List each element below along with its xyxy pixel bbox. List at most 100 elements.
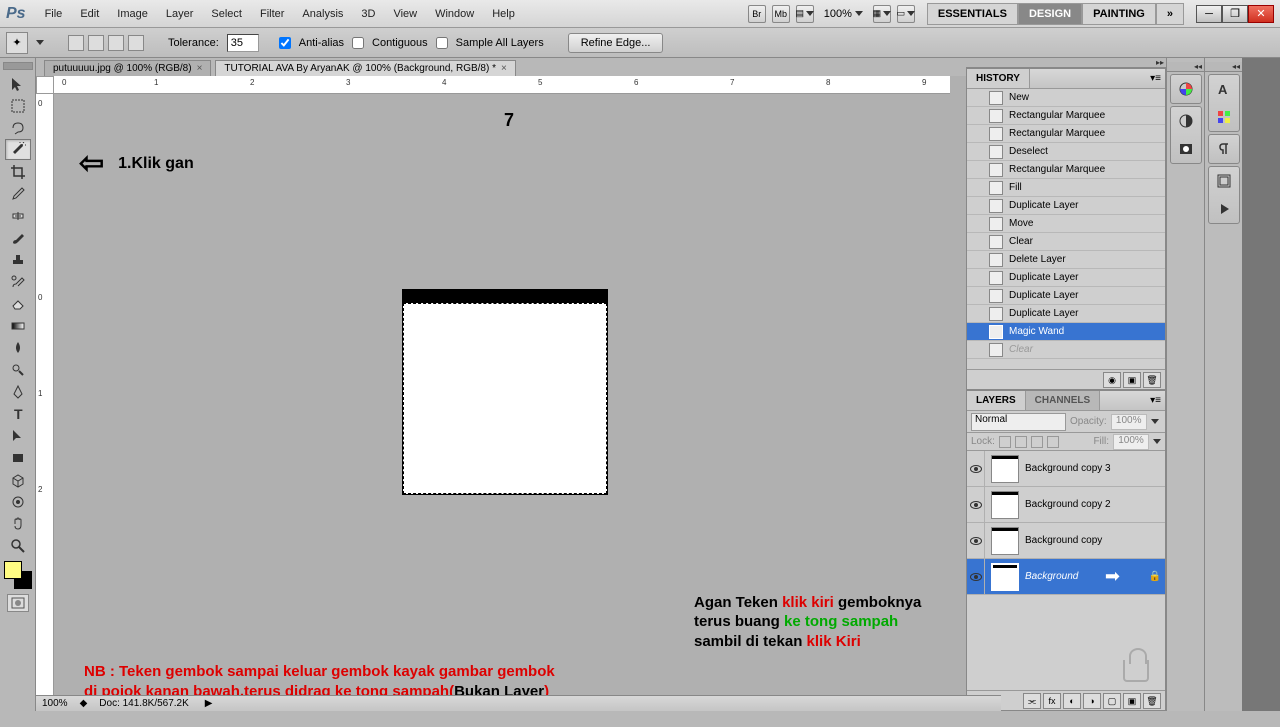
layer-mask-icon[interactable]: ◐	[1063, 693, 1081, 709]
brush-tool[interactable]	[5, 227, 31, 248]
history-item[interactable]: New	[967, 89, 1165, 107]
panel-menu-icon[interactable]: ▾≡	[1146, 395, 1165, 406]
blend-mode-select[interactable]: Normal	[971, 413, 1066, 431]
tab-close-icon[interactable]: ×	[197, 63, 203, 74]
layer-visibility-toggle[interactable]	[967, 451, 985, 486]
workspace-more[interactable]: »	[1156, 3, 1184, 25]
sampleall-checkbox[interactable]	[436, 37, 448, 49]
adjustments-panel-icon[interactable]	[1176, 111, 1196, 131]
layer-name-label[interactable]: Background copy 2	[1025, 499, 1111, 510]
history-item[interactable]: Duplicate Layer	[967, 287, 1165, 305]
lock-all-icon[interactable]	[1047, 436, 1059, 448]
selection-intersect-icon[interactable]	[128, 35, 144, 51]
menu-layer[interactable]: Layer	[157, 4, 203, 24]
contiguous-checkbox[interactable]	[352, 37, 364, 49]
layer-thumbnail[interactable]	[991, 491, 1019, 519]
workspace-painting[interactable]: PAINTING	[1082, 3, 1156, 25]
menu-filter[interactable]: Filter	[251, 4, 293, 24]
healing-tool[interactable]	[5, 205, 31, 226]
arrange-icon[interactable]: ▦	[873, 5, 891, 23]
history-item[interactable]: Duplicate Layer	[967, 269, 1165, 287]
bridge-icon[interactable]: Br	[748, 5, 766, 23]
history-list[interactable]: NewRectangular MarqueeRectangular Marque…	[967, 89, 1165, 369]
blur-tool[interactable]	[5, 337, 31, 358]
styles-panel-icon[interactable]	[1214, 171, 1234, 191]
layer-name-label[interactable]: Background copy	[1025, 535, 1102, 546]
tool-preset-dropdown[interactable]	[36, 40, 44, 45]
path-selection-tool[interactable]	[5, 425, 31, 446]
history-item[interactable]: Duplicate Layer	[967, 305, 1165, 323]
marquee-tool[interactable]	[5, 95, 31, 116]
lock-transparent-icon[interactable]	[999, 436, 1011, 448]
collapse-icon[interactable]: ◂◂	[1194, 62, 1202, 71]
move-tool[interactable]	[5, 73, 31, 94]
panel-menu-icon[interactable]: ▾≡	[1146, 73, 1165, 84]
layer-visibility-toggle[interactable]	[967, 487, 985, 522]
layer-name-label[interactable]: Background copy 3	[1025, 463, 1111, 474]
workspace-essentials[interactable]: ESSENTIALS	[927, 3, 1018, 25]
layer-adjust-icon[interactable]: ◑	[1083, 693, 1101, 709]
layer-visibility-toggle[interactable]	[967, 523, 985, 558]
window-maximize[interactable]: ❐	[1222, 5, 1248, 23]
3d-camera-tool[interactable]	[5, 491, 31, 512]
history-item[interactable]: Clear	[967, 341, 1165, 359]
zoom-level[interactable]: 100%	[820, 8, 867, 20]
collapse-panels-icon[interactable]: ▸▸	[1156, 58, 1164, 67]
tab-close-icon[interactable]: ×	[501, 63, 507, 74]
layer-visibility-toggle[interactable]	[967, 559, 985, 594]
hand-tool[interactable]	[5, 513, 31, 534]
menu-window[interactable]: Window	[426, 4, 483, 24]
history-item[interactable]: Magic Wand	[967, 323, 1165, 341]
foreground-color[interactable]	[4, 561, 22, 579]
layer-row[interactable]: Background➡🔒	[967, 559, 1165, 595]
ruler-horizontal[interactable]: 0123456789	[54, 76, 950, 94]
menu-edit[interactable]: Edit	[71, 4, 108, 24]
status-expand-icon[interactable]: ◆	[80, 698, 88, 709]
menu-select[interactable]: Select	[202, 4, 251, 24]
status-arrow-icon[interactable]: ▶	[205, 698, 213, 709]
quickmask-toggle[interactable]	[7, 594, 29, 612]
history-item[interactable]: Rectangular Marquee	[967, 125, 1165, 143]
history-item[interactable]: Rectangular Marquee	[967, 107, 1165, 125]
pen-tool[interactable]	[5, 381, 31, 402]
history-item[interactable]: Duplicate Layer	[967, 197, 1165, 215]
tolerance-input[interactable]	[227, 34, 259, 52]
character-panel-icon[interactable]: A	[1214, 79, 1234, 99]
selection-new-icon[interactable]	[68, 35, 84, 51]
stamp-tool[interactable]	[5, 249, 31, 270]
toolbox-collapse[interactable]	[3, 62, 33, 70]
menu-help[interactable]: Help	[483, 4, 524, 24]
layer-new-icon[interactable]: ▣	[1123, 693, 1141, 709]
menu-image[interactable]: Image	[108, 4, 157, 24]
eyedropper-tool[interactable]	[5, 183, 31, 204]
viewextras-icon[interactable]: ▤	[796, 5, 814, 23]
screenmode-icon[interactable]: ▭	[897, 5, 915, 23]
fill-input[interactable]: 100%	[1113, 434, 1149, 450]
color-panel-icon[interactable]	[1176, 79, 1196, 99]
crop-tool[interactable]	[5, 161, 31, 182]
history-brush-tool[interactable]	[5, 271, 31, 292]
layers-list[interactable]: Background copy 3 Background copy 2 Backgr…	[967, 451, 1165, 652]
status-zoom[interactable]: 100%	[42, 698, 68, 709]
layer-lock-icon[interactable]: 🔒	[1149, 571, 1161, 582]
selection-subtract-icon[interactable]	[108, 35, 124, 51]
history-trash-icon[interactable]: 🗑	[1143, 372, 1161, 388]
collapse-icon[interactable]: ◂◂	[1232, 62, 1240, 71]
layer-group-icon[interactable]: ▢	[1103, 693, 1121, 709]
dodge-tool[interactable]	[5, 359, 31, 380]
3d-tool[interactable]	[5, 469, 31, 490]
color-swatches[interactable]	[4, 561, 32, 589]
lasso-tool[interactable]	[5, 117, 31, 138]
canvas-viewport[interactable]: 7 ⇦ 1.Klik gan Agan Teken klik kiri gemb…	[54, 94, 966, 711]
actions-panel-icon[interactable]	[1214, 199, 1234, 219]
layers-tab[interactable]: LAYERS	[967, 391, 1026, 410]
selection-add-icon[interactable]	[88, 35, 104, 51]
menu-file[interactable]: File	[36, 4, 72, 24]
status-docinfo[interactable]: Doc: 141.8K/567.2K	[99, 698, 189, 709]
fill-dropdown-icon[interactable]	[1153, 439, 1161, 444]
antialias-checkbox[interactable]	[279, 37, 291, 49]
layer-trash-icon[interactable]: 🗑	[1143, 693, 1161, 709]
menu-analysis[interactable]: Analysis	[293, 4, 352, 24]
gradient-tool[interactable]	[5, 315, 31, 336]
history-item[interactable]: Deselect	[967, 143, 1165, 161]
